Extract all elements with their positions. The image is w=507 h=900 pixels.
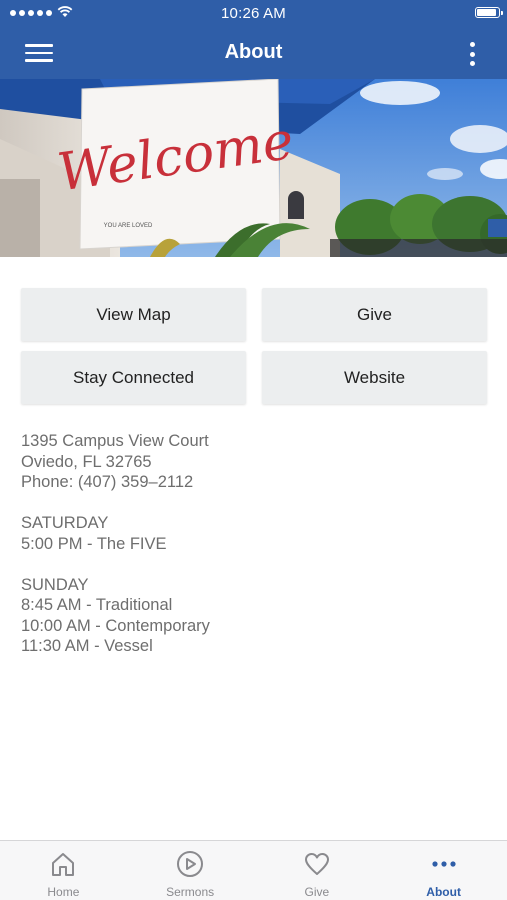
service-time: 11:30 AM - Vessel bbox=[21, 637, 153, 655]
sunday-heading: SUNDAY bbox=[21, 575, 89, 594]
status-time: 10:26 AM bbox=[221, 5, 286, 22]
service-time: 10:00 AM - Contemporary bbox=[21, 616, 210, 635]
tab-label: Sermons bbox=[166, 885, 215, 899]
service-time: 5:00 PM - The FIVE bbox=[21, 534, 167, 553]
stay-connected-button[interactable]: Stay Connected bbox=[21, 351, 246, 404]
church-info: 1395 Campus View Court Oviedo, FL 32765 … bbox=[21, 431, 481, 657]
tab-label: About bbox=[426, 885, 461, 899]
phone-number[interactable]: Phone: (407) 359–2112 bbox=[21, 472, 481, 493]
tab-give[interactable]: Give bbox=[254, 841, 381, 900]
tab-label: Give bbox=[304, 885, 330, 899]
battery-icon bbox=[475, 7, 503, 18]
status-bar: 10:26 AM bbox=[0, 0, 507, 28]
service-time: 8:45 AM - Traditional bbox=[21, 596, 173, 614]
tab-bar: Home Sermons Give About bbox=[0, 840, 507, 900]
hero-image: Welcome YOU ARE LOVED bbox=[0, 79, 507, 257]
address-line-2: Oviedo, FL 32765 bbox=[21, 452, 152, 471]
tab-label: Home bbox=[47, 885, 80, 899]
view-map-button[interactable]: View Map bbox=[21, 288, 246, 341]
tab-about[interactable]: About bbox=[380, 841, 507, 900]
welcome-banner-photo: Welcome YOU ARE LOVED bbox=[0, 79, 507, 257]
play-circle-icon bbox=[177, 851, 204, 877]
give-button[interactable]: Give bbox=[262, 288, 487, 341]
saturday-heading: SATURDAY bbox=[21, 514, 109, 532]
heart-icon bbox=[304, 853, 329, 875]
more-horizontal-icon bbox=[432, 861, 456, 867]
more-options-button[interactable] bbox=[469, 40, 477, 68]
navigation-bar: About bbox=[0, 28, 507, 79]
tab-sermons[interactable]: Sermons bbox=[127, 841, 254, 900]
tab-home[interactable]: Home bbox=[0, 841, 127, 900]
website-button[interactable]: Website bbox=[262, 351, 487, 404]
about-screen: 10:26 AM About Welcome YOU ARE LOVED Vie… bbox=[0, 0, 507, 900]
banner-small-text: YOU ARE LOVED bbox=[104, 223, 153, 229]
home-icon bbox=[52, 853, 75, 876]
address-line-1: 1395 Campus View Court bbox=[21, 432, 209, 450]
page-title: About bbox=[224, 41, 283, 63]
